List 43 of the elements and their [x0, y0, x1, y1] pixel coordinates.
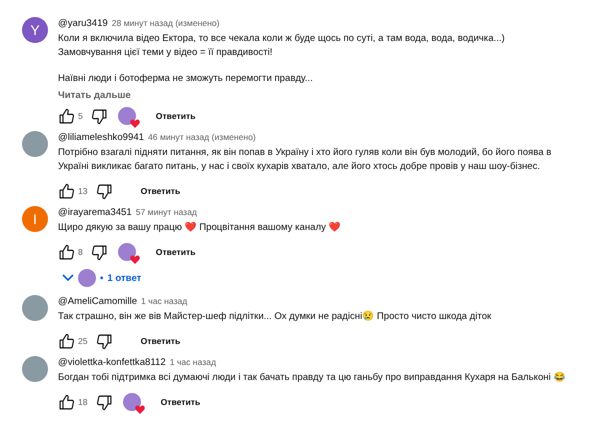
comment-text: Потрібно взагалі підняти питання, як він попав в Україну і хто його гуляв коли він був молодий, бо його поява в Україні викликає багато питань, у нас і своїх кухарів хватало, але його хтось добре провів у наш шоу-бізнес.: [58, 146, 552, 174]
comment-text: Так страшно, він же вів Майстер-шеф підлітки... Ох думки не радісні😢 Просто чисто шкода діток: [58, 310, 492, 324]
comment-time[interactable]: 1 час назад: [170, 355, 216, 369]
avatar-photo-placeholder[interactable]: [22, 131, 48, 157]
thumb-up-icon[interactable]: [58, 108, 75, 124]
read-more-link[interactable]: Читать дальше: [58, 89, 592, 103]
comment-author[interactable]: @AmeliCamomille: [58, 295, 138, 309]
comment-text: Коли я включила відео Ектора, то все чекала коли ж буде щось по суті, а там вода, вода, водичка...) Замовчування цієї теми у відео = її правдивості!: [58, 32, 506, 60]
reply-button[interactable]: Ответить: [148, 107, 204, 125]
thumb-down-icon[interactable]: [90, 244, 108, 260]
comment-time[interactable]: 57 минут назад: [136, 205, 197, 219]
comment-author[interactable]: @liliameleshko9941: [58, 131, 144, 145]
comment-time[interactable]: 28 минут назад (изменено): [112, 16, 220, 30]
comment-text: Богдан тобі підтримка всі думаючі люди і так бачать правду та цю ганьбу про виправдання Кухаря на Бальконі 😂: [58, 371, 566, 385]
thumb-up-icon[interactable]: [58, 244, 75, 260]
reply-button[interactable]: Ответить: [148, 243, 204, 261]
thumb-down-icon[interactable]: [96, 182, 113, 200]
avatar-photo-placeholder[interactable]: [22, 356, 48, 382]
like-count: 5: [78, 111, 83, 121]
like-count: 13: [78, 186, 88, 196]
comment-text: Наївні люди і ботоферма не зможуть перемогти правду...: [58, 72, 314, 86]
comment-author[interactable]: @yaru3419: [58, 17, 108, 31]
like-count: 25: [78, 336, 88, 346]
thumb-up-icon[interactable]: [58, 394, 75, 410]
like-count: 18: [78, 397, 88, 407]
avatar-photo-placeholder[interactable]: [22, 295, 48, 321]
thumb-up-icon[interactable]: [58, 332, 75, 350]
comment-author[interactable]: @irayarema3451: [58, 206, 132, 220]
comment-text: Щиро дякую за вашу працю ❤ Процвітання вашому каналу ❤: [58, 221, 342, 235]
thumb-down-icon[interactable]: [96, 332, 113, 350]
show-replies-button[interactable]: • 1 ответ: [58, 267, 146, 289]
reply-button[interactable]: Ответить: [132, 182, 188, 200]
reply-button[interactable]: Ответить: [152, 393, 208, 411]
comment-time[interactable]: 46 минут назад (изменено): [148, 130, 256, 144]
comment-time[interactable]: 1 час назад: [141, 294, 188, 308]
thumb-down-icon[interactable]: [96, 394, 113, 410]
like-count: 8: [78, 247, 83, 257]
reply-button[interactable]: Ответить: [132, 332, 188, 350]
avatar[interactable]: Y: [22, 17, 48, 43]
thumb-up-icon[interactable]: [58, 182, 75, 200]
chevron-down-icon[interactable]: [62, 274, 74, 282]
comment-author[interactable]: @violettka-konfettka8112: [58, 356, 166, 370]
thumb-down-icon[interactable]: [90, 108, 108, 124]
